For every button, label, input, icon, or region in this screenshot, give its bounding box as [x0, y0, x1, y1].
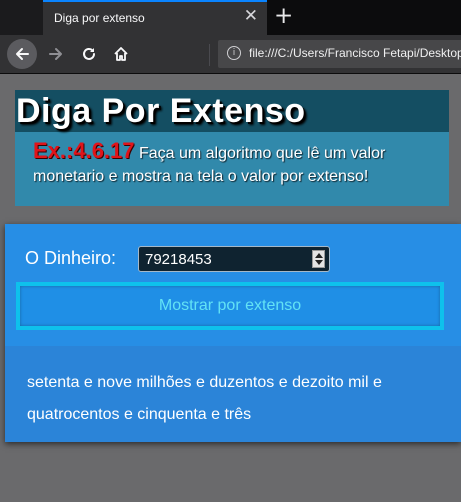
- spinner-down-icon[interactable]: [315, 260, 323, 265]
- reload-icon: [83, 47, 95, 60]
- back-button[interactable]: [7, 39, 37, 69]
- forward-button[interactable]: [41, 39, 71, 69]
- money-input-value: 79218453: [145, 251, 212, 268]
- form-panel: O Dinheiro: 79218453 Mostrar por extenso…: [5, 224, 461, 442]
- result-area: setenta e nove milhões e duzentos e dezo…: [5, 352, 461, 442]
- page-title: Diga Por Extenso: [16, 92, 306, 130]
- home-icon: [114, 47, 128, 61]
- close-tab-icon[interactable]: ✕: [244, 6, 258, 26]
- arrow-left-icon: [16, 48, 29, 60]
- money-input[interactable]: 79218453: [138, 246, 330, 272]
- url-text: file:///C:/Users/Francisco Fetapi/Deskto…: [249, 46, 461, 60]
- tab-title: Diga por extenso: [54, 11, 145, 25]
- navigation-toolbar: i file:///C:/Users/Francisco Fetapi/Desk…: [0, 35, 461, 74]
- title-band: Diga Por Extenso: [15, 90, 449, 132]
- header-box: Diga Por Extenso Ex.:4.6.17 Faça um algo…: [15, 90, 449, 206]
- show-extenso-button[interactable]: Mostrar por extenso: [16, 282, 444, 330]
- info-icon[interactable]: i: [227, 46, 241, 60]
- home-button[interactable]: [106, 39, 136, 69]
- exercise-description: Ex.:4.6.17 Faça um algoritmo que lê um v…: [33, 139, 443, 188]
- arrow-right-icon: [49, 48, 62, 60]
- spinner-up-icon[interactable]: [315, 253, 323, 258]
- number-spinner[interactable]: [312, 250, 325, 268]
- exercise-code: Ex.:4.6.17: [33, 138, 135, 163]
- result-text: setenta e nove milhões e duzentos e dezo…: [27, 374, 382, 423]
- money-label: O Dinheiro:: [25, 248, 117, 268]
- reload-button[interactable]: [74, 39, 104, 69]
- toolbar-separator: [209, 44, 210, 66]
- browser-tab[interactable]: Diga por extenso ✕: [43, 0, 267, 35]
- tab-bar: Diga por extenso ✕ +: [0, 0, 461, 35]
- input-section: O Dinheiro: 79218453 Mostrar por extenso: [5, 224, 461, 346]
- new-tab-button[interactable]: +: [274, 1, 293, 31]
- address-bar[interactable]: i file:///C:/Users/Francisco Fetapi/Desk…: [218, 40, 461, 68]
- page-content: Diga Por Extenso Ex.:4.6.17 Faça um algo…: [0, 74, 461, 502]
- tab-bar-start: [0, 0, 43, 35]
